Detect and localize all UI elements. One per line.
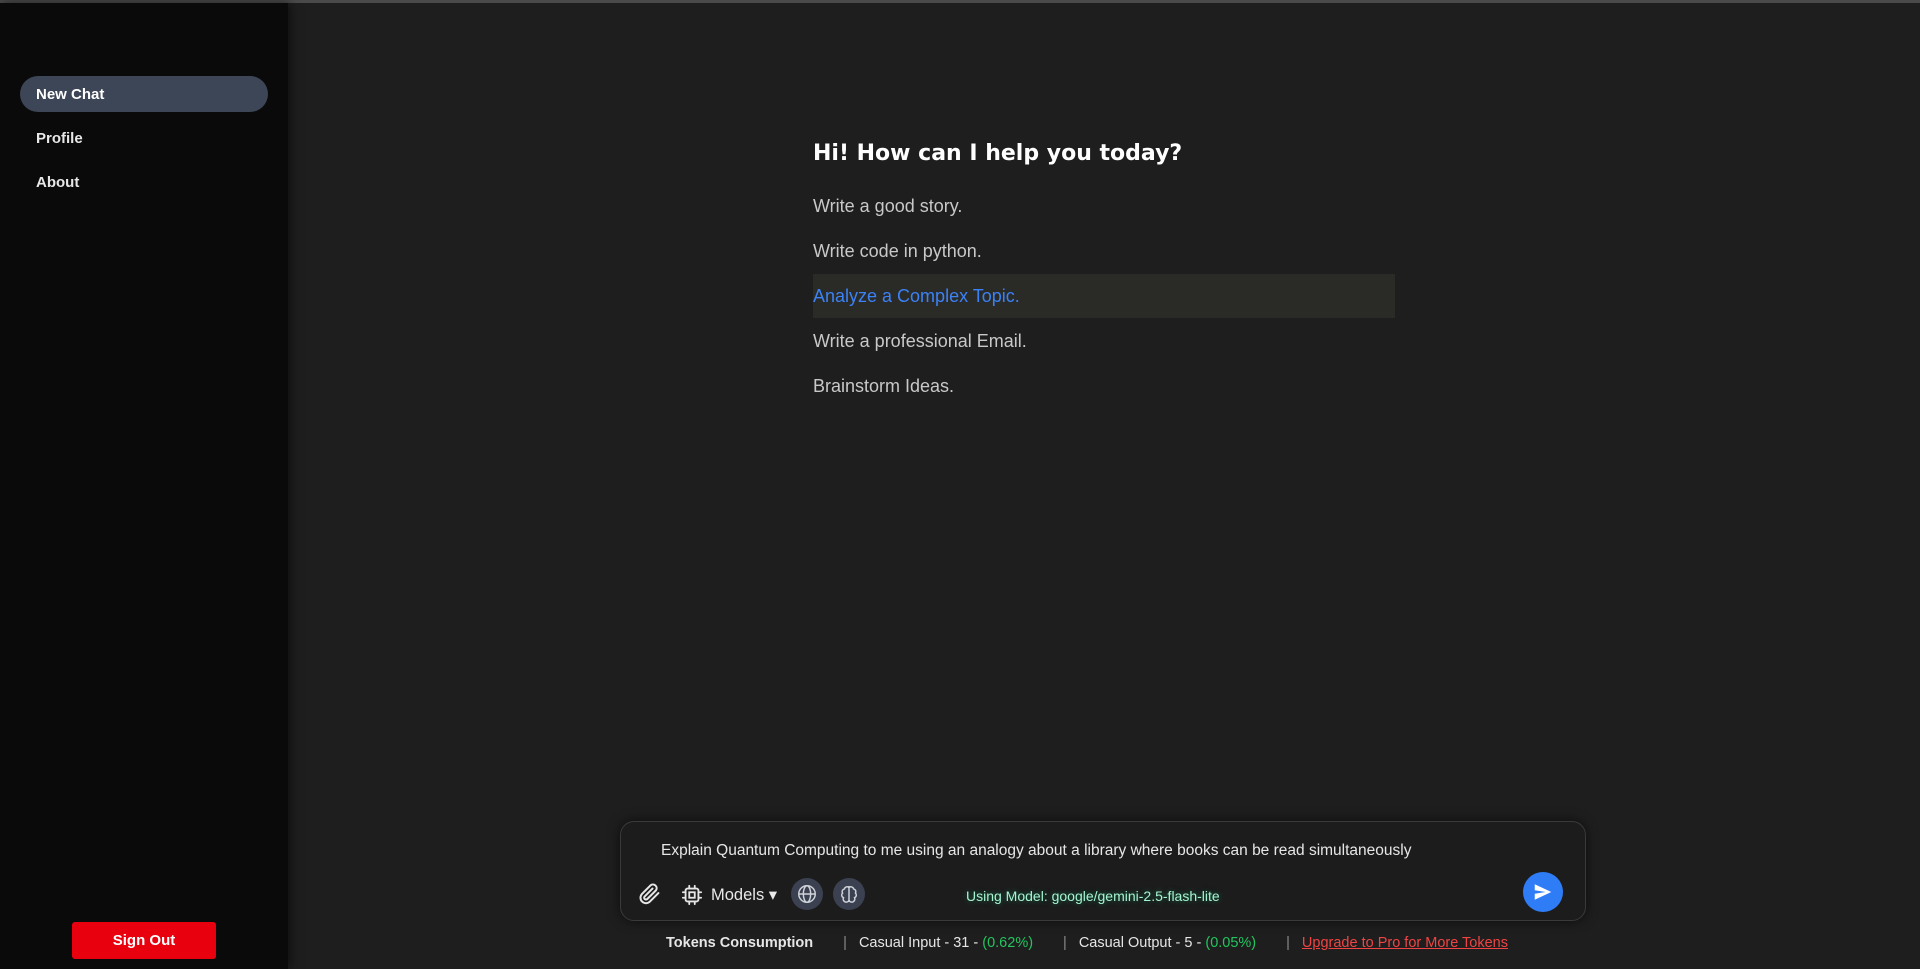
sidebar-item-new-chat[interactable]: New Chat xyxy=(20,76,268,112)
tokens-bar: Tokens Consumption | Casual Input - 31 -… xyxy=(666,931,1508,955)
sidebar-item-about[interactable]: About xyxy=(20,164,268,200)
separator: | xyxy=(1286,935,1290,951)
input-tokens: Casual Input - 31 - (0.62%) xyxy=(859,935,1033,951)
send-button[interactable] xyxy=(1523,872,1563,912)
output-tokens: Casual Output - 5 - (0.05%) xyxy=(1079,935,1256,951)
tokens-title: Tokens Consumption xyxy=(666,935,814,951)
sidebar-item-profile[interactable]: Profile xyxy=(20,120,268,156)
suggestion-item[interactable]: Write code in python. xyxy=(813,229,1395,273)
separator: | xyxy=(843,935,847,951)
sidebar-item-label: Profile xyxy=(36,129,83,147)
models-dropdown[interactable]: Models ▾ xyxy=(681,882,777,908)
sign-out-button[interactable]: Sign Out xyxy=(72,922,216,959)
chat-composer: Explain Quantum Computing to me using an… xyxy=(620,821,1586,921)
model-info: Using Model: google/gemini-2.5-flash-lit… xyxy=(966,888,1220,904)
globe-icon[interactable] xyxy=(791,878,823,910)
prompt-input[interactable]: Explain Quantum Computing to me using an… xyxy=(661,842,1541,860)
paperclip-icon[interactable] xyxy=(635,880,663,908)
suggestion-item[interactable]: Write a professional Email. xyxy=(813,319,1395,363)
suggestion-item[interactable]: Analyze a Complex Topic. xyxy=(813,274,1395,318)
suggestion-item[interactable]: Brainstorm Ideas. xyxy=(813,364,1395,408)
output-tokens-percent: (0.05%) xyxy=(1205,935,1257,951)
input-tokens-percent: (0.62%) xyxy=(982,935,1034,951)
greeting-heading: Hi! How can I help you today? xyxy=(813,141,1183,166)
main-area: Hi! How can I help you today? Write a go… xyxy=(288,3,1920,969)
upgrade-link[interactable]: Upgrade to Pro for More Tokens xyxy=(1302,935,1508,951)
suggestion-item[interactable]: Write a good story. xyxy=(813,184,1395,228)
separator: | xyxy=(1063,935,1067,951)
send-icon xyxy=(1532,881,1554,903)
output-tokens-label: Casual Output - 5 - xyxy=(1078,935,1206,951)
brain-icon[interactable] xyxy=(833,878,865,910)
sidebar-item-label: About xyxy=(36,173,80,191)
input-tokens-label: Casual Input - 31 - xyxy=(858,935,983,951)
sidebar-item-label: New Chat xyxy=(36,85,105,103)
chip-icon xyxy=(681,884,703,906)
models-label: Models ▾ xyxy=(711,886,778,904)
sidebar: New Chat Profile About Sign Out xyxy=(0,3,288,969)
